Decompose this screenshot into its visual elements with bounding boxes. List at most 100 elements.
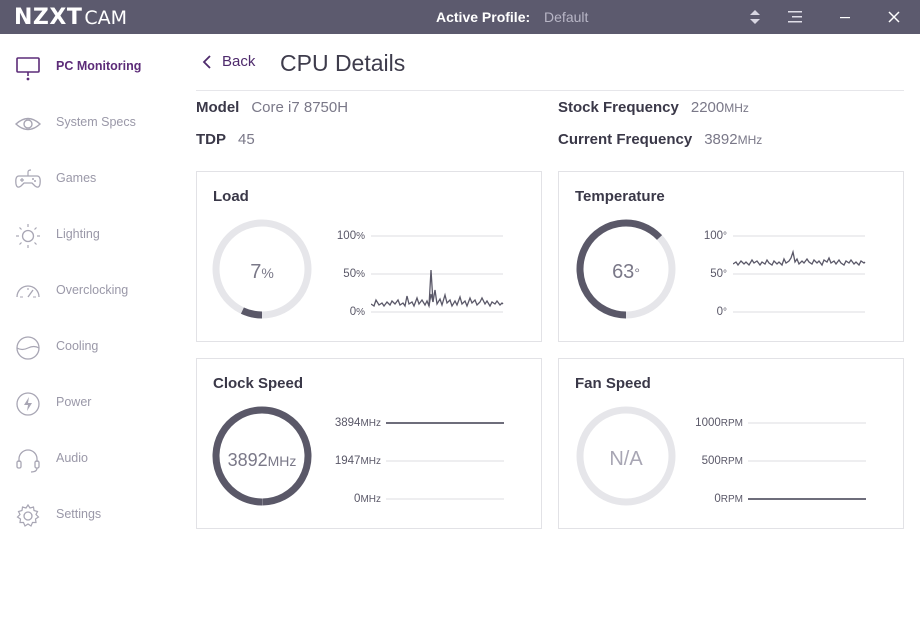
- stock-frequency-info: Stock Frequency 2200MHz: [558, 99, 749, 116]
- stock-frequency-value: 2200MHz: [691, 99, 749, 116]
- sidebar-item-overclocking[interactable]: Overclocking: [0, 271, 180, 311]
- tdp-info: TDP 45: [196, 131, 255, 148]
- tick-label: 0MHz: [354, 493, 381, 505]
- model-label: Model: [196, 99, 240, 116]
- card-title: Load: [213, 188, 249, 205]
- active-profile-selector[interactable]: Active Profile: Default: [436, 9, 588, 25]
- minimize-button[interactable]: [832, 4, 858, 30]
- load-history-line: [371, 289, 504, 309]
- sidebar-item-games[interactable]: Games: [0, 159, 180, 199]
- stock-frequency-number: 2200: [690, 99, 725, 116]
- tick-label: 3894MHz: [334, 417, 381, 429]
- sidebar-item-lighting[interactable]: Lighting: [0, 215, 180, 255]
- load-history-graph: [371, 235, 504, 313]
- card-title: Fan Speed: [575, 375, 651, 392]
- logo-app-name: CAM: [84, 7, 128, 29]
- current-frequency-unit: MHz: [737, 133, 763, 147]
- profile-sort-button[interactable]: [742, 4, 768, 30]
- temperature-card: Temperature 63° 100° 50° 0°: [558, 171, 904, 342]
- sort-arrows-icon: [750, 10, 760, 24]
- load-spike: [428, 269, 434, 307]
- card-title: Temperature: [575, 188, 665, 205]
- tick-label: 1000RPM: [695, 417, 743, 429]
- tdp-label: TDP: [196, 131, 226, 148]
- stock-frequency-unit: MHz: [724, 101, 749, 115]
- tick-label: 100%: [336, 230, 365, 242]
- close-button[interactable]: [881, 4, 907, 30]
- card-title: Clock Speed: [213, 375, 304, 392]
- fan-speed-history-graph: [748, 422, 866, 500]
- load-unit: %: [261, 265, 274, 281]
- fan-speed-card: Fan Speed N/A 1000RPM 500RPM 0RPM: [558, 358, 904, 529]
- active-profile-label: Active Profile:: [436, 9, 531, 25]
- sidebar-item-label: Power: [56, 395, 92, 409]
- temperature-value: 63: [612, 261, 635, 283]
- load-value: 7: [250, 261, 262, 283]
- sidebar-item-pc-monitoring[interactable]: PC Monitoring: [0, 47, 180, 87]
- sidebar-item-power[interactable]: Power: [0, 383, 180, 423]
- eye-icon: [14, 117, 42, 131]
- back-button[interactable]: Back: [202, 53, 255, 70]
- sidebar-item-cooling[interactable]: Cooling: [0, 327, 180, 367]
- temperature-history-line: [733, 249, 866, 267]
- load-gauge-value: 7%: [207, 261, 317, 284]
- tick-label: 1947MHz: [334, 455, 381, 467]
- sidebar: PC Monitoring System Specs Games Lightin…: [0, 34, 180, 640]
- header-divider: [196, 90, 904, 91]
- tdp-value: 45: [238, 131, 255, 148]
- tick-label: 0RPM: [714, 493, 743, 505]
- model-info: Model Core i7 8750H: [196, 99, 348, 116]
- sidebar-item-system-specs[interactable]: System Specs: [0, 103, 180, 143]
- tick-label: 50%: [343, 268, 365, 280]
- model-value: Core i7 8750H: [251, 99, 349, 116]
- tick-label: 0°: [716, 306, 727, 318]
- page-title: CPU Details: [280, 50, 406, 76]
- chevron-left-icon: [202, 54, 211, 69]
- clock-speed-card: Clock Speed 3892MHz 3894MHz 1947MHz 0MHz: [196, 358, 542, 529]
- menu-button[interactable]: [782, 4, 808, 30]
- clock-speed-value: 3892: [227, 450, 268, 470]
- tick-label: 50°: [710, 268, 727, 280]
- load-card: Load 7% 100% 50% 0%: [196, 171, 542, 342]
- tick-label: 0%: [349, 306, 365, 318]
- sidebar-item-label: Cooling: [56, 339, 99, 353]
- temperature-gauge-value: 63°: [571, 261, 681, 284]
- headset-icon: [16, 449, 40, 473]
- active-profile-value: Default: [544, 9, 589, 25]
- current-frequency-value: 3892MHz: [704, 131, 762, 148]
- logo-brand: NZXT: [14, 5, 83, 30]
- speedometer-icon: [16, 285, 40, 298]
- cooling-icon: [16, 336, 40, 360]
- sidebar-item-label: System Specs: [56, 115, 136, 129]
- clock-speed-unit: MHz: [267, 453, 297, 469]
- sun-icon: [16, 224, 40, 248]
- sidebar-item-label: Games: [56, 171, 97, 185]
- tick-label: 100°: [703, 230, 727, 242]
- sidebar-item-label: Overclocking: [56, 283, 129, 297]
- fan-speed-value: N/A: [609, 448, 643, 470]
- temperature-history-graph: [733, 235, 866, 313]
- sidebar-item-label: PC Monitoring: [56, 59, 142, 73]
- nzxt-cam-logo: NZXT CAM: [14, 5, 127, 30]
- lightning-icon: [16, 392, 40, 416]
- close-icon: [888, 11, 900, 23]
- gamepad-icon: [15, 169, 41, 188]
- sidebar-item-label: Settings: [56, 507, 102, 521]
- sidebar-item-settings[interactable]: Settings: [0, 495, 180, 535]
- current-frequency-info: Current Frequency 3892MHz: [558, 131, 762, 148]
- gear-icon: [16, 503, 40, 527]
- back-label: Back: [222, 53, 256, 70]
- current-frequency-number: 3892: [704, 131, 738, 148]
- temperature-unit: °: [634, 265, 640, 281]
- clock-speed-history-graph: [386, 422, 504, 500]
- sidebar-item-label: Lighting: [56, 227, 100, 241]
- current-frequency-label: Current Frequency: [558, 131, 693, 148]
- monitor-icon: [16, 57, 40, 81]
- stock-frequency-label: Stock Frequency: [558, 99, 679, 116]
- sidebar-item-label: Audio: [56, 451, 88, 465]
- menu-icon: [788, 11, 802, 23]
- tick-label: 500RPM: [701, 455, 743, 467]
- sidebar-item-audio[interactable]: Audio: [0, 439, 180, 479]
- minimize-icon: [840, 17, 850, 19]
- title-bar: NZXT CAM Active Profile: Default: [0, 0, 920, 34]
